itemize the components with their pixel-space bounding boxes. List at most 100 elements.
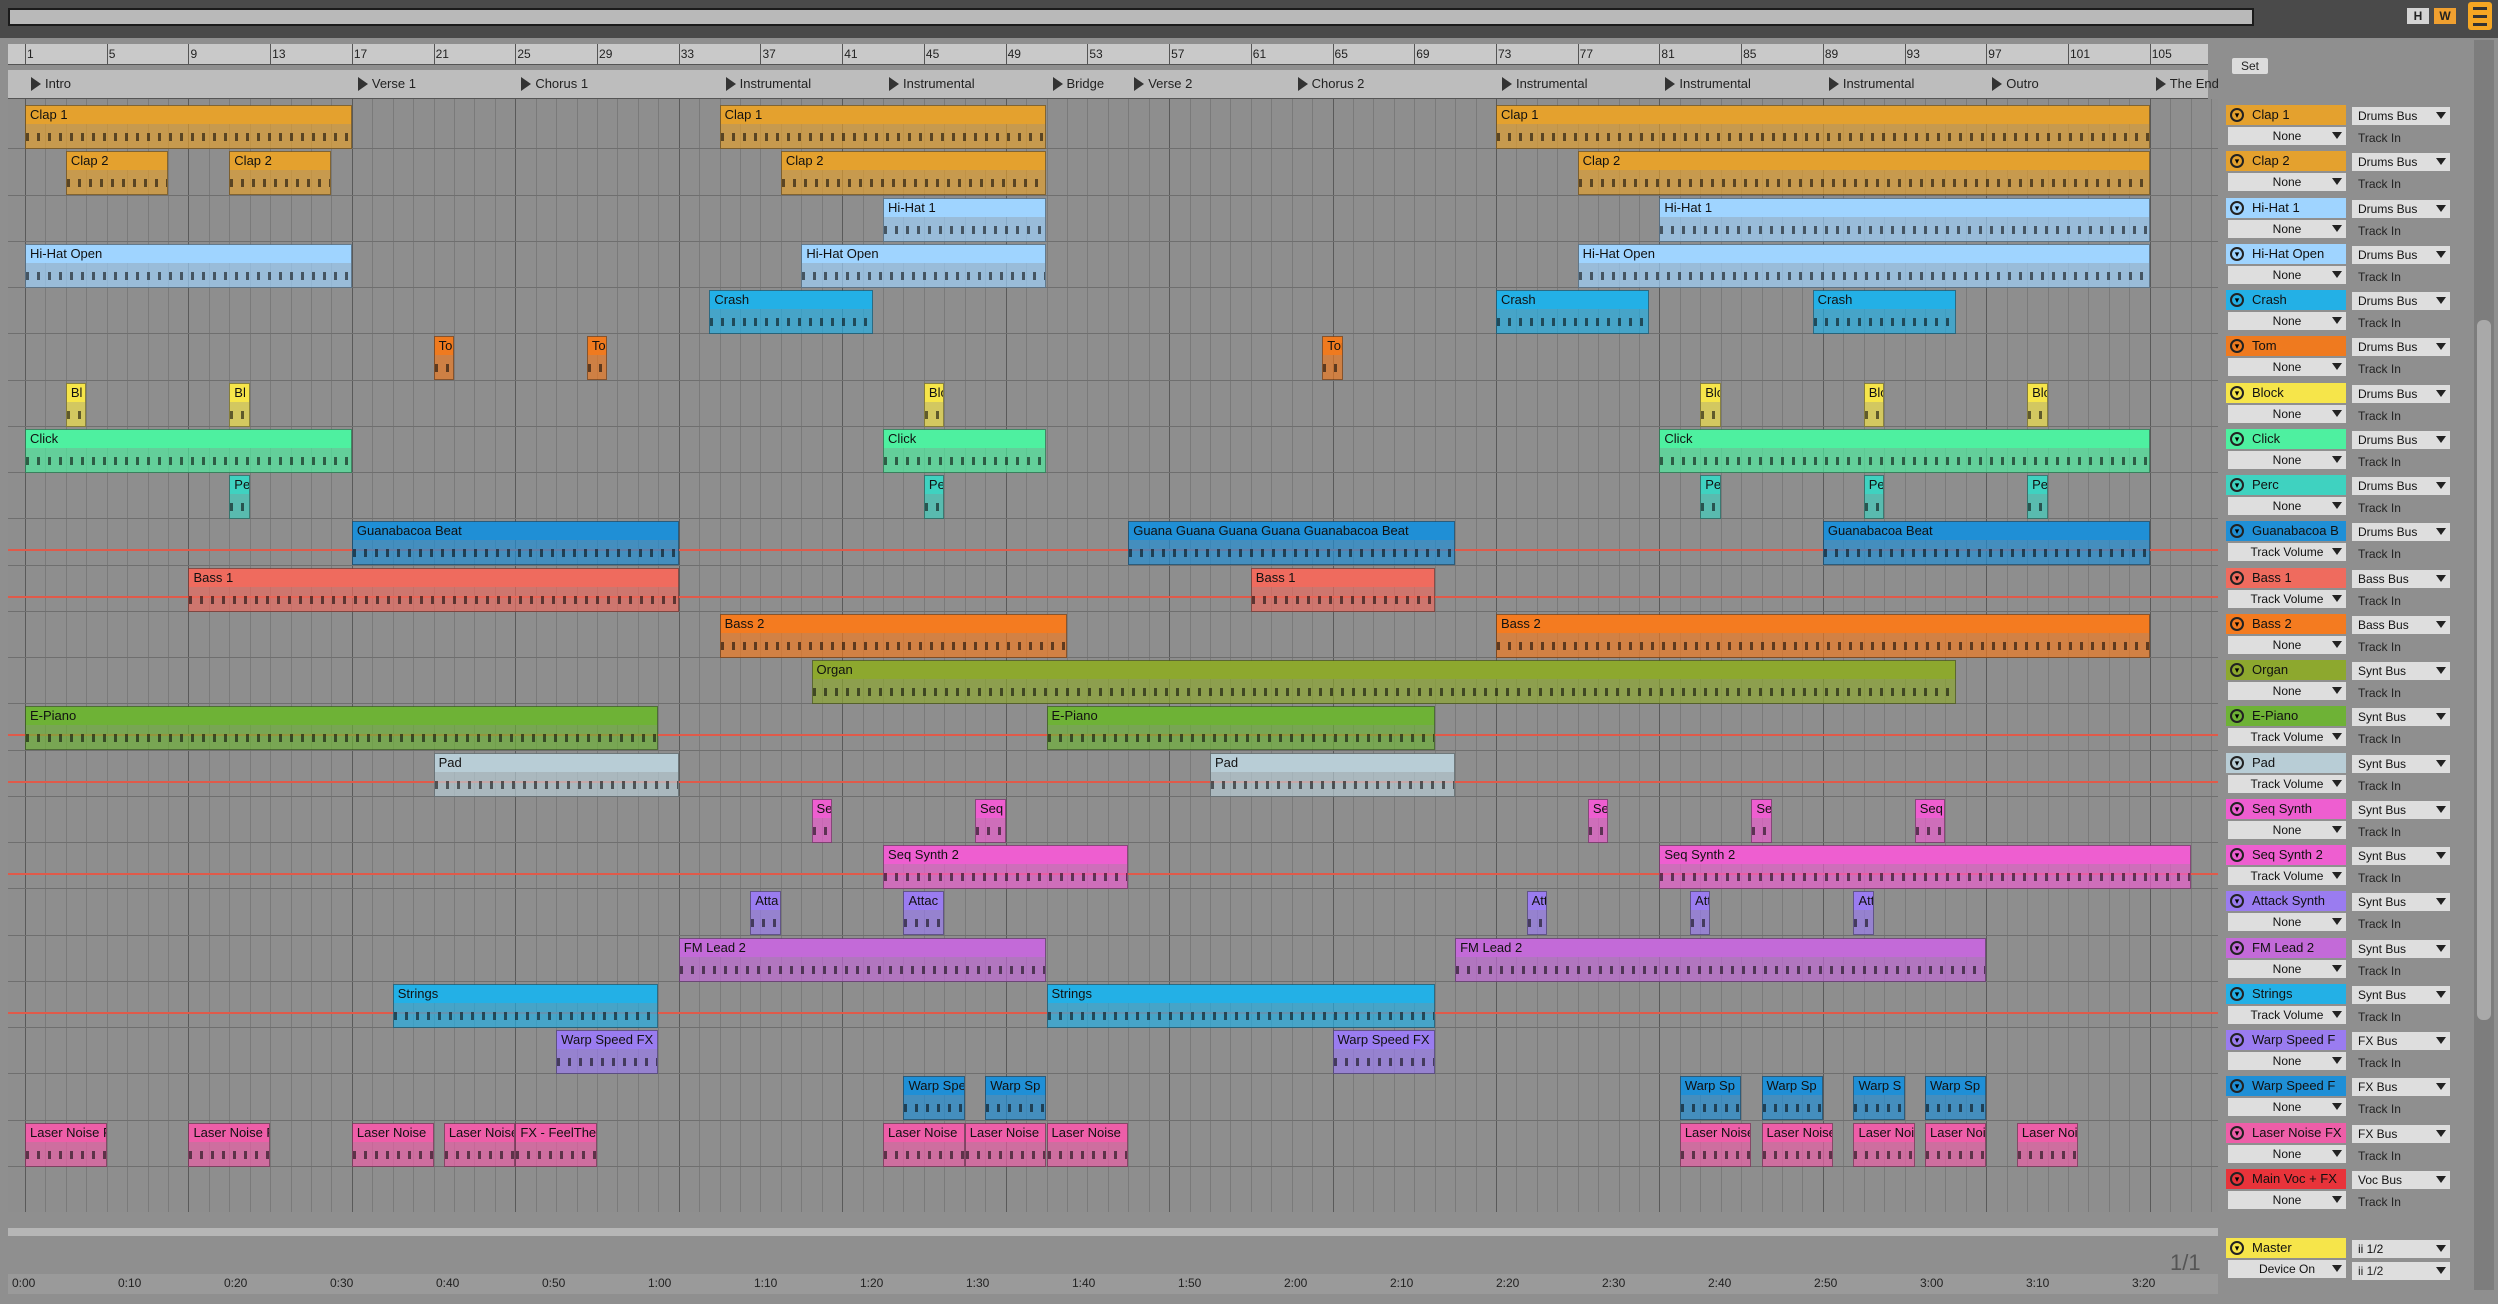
- locator[interactable]: Verse 2: [1132, 76, 1192, 91]
- output-chooser[interactable]: Voc Bus: [2352, 1170, 2450, 1189]
- clip[interactable]: Se: [811, 798, 832, 843]
- clip[interactable]: Organ: [811, 660, 1956, 704]
- clip[interactable]: Hi-Hat Open: [1577, 243, 2150, 288]
- track-header[interactable]: Hi-Hat Open ▾ None Drums Bus Track In: [2226, 242, 2450, 288]
- output-chooser[interactable]: Drums Bus: [2352, 523, 2450, 542]
- track-name[interactable]: Perc: [2226, 475, 2346, 495]
- output-chooser[interactable]: Drums Bus: [2352, 153, 2450, 172]
- arrangement-view[interactable]: Clap 1 Clap 1 Clap 1 Clap 2 Clap 2 Clap 2 Clap…: [8, 99, 2218, 1212]
- fold-icon[interactable]: ▾: [2230, 385, 2244, 400]
- track-name[interactable]: Laser Noise FX: [2226, 1122, 2346, 1143]
- output-chooser[interactable]: Synt Bus: [2352, 662, 2450, 680]
- fold-icon[interactable]: ▾: [2230, 1033, 2244, 1047]
- track-header[interactable]: Warp Speed F ▾ None FX Bus Track In: [2226, 1074, 2450, 1120]
- clip[interactable]: Attac: [903, 891, 945, 936]
- clip[interactable]: Blo: [1700, 382, 1721, 427]
- output-chooser[interactable]: Drums Bus: [2352, 430, 2450, 449]
- input-chooser[interactable]: None: [2228, 450, 2346, 469]
- clip[interactable]: Blo: [923, 382, 945, 427]
- locator[interactable]: Bridge: [1051, 76, 1104, 91]
- output-chooser[interactable]: Drums Bus: [2352, 477, 2450, 495]
- track-name[interactable]: Crash: [2226, 290, 2346, 310]
- locator[interactable]: The End: [2154, 76, 2219, 91]
- locator[interactable]: Instrumental: [1500, 76, 1588, 91]
- clip[interactable]: Warp Speed FX 1: [1332, 1030, 1435, 1074]
- clip[interactable]: Clap 2: [1577, 151, 2150, 196]
- input-chooser[interactable]: Track Volume: [2228, 728, 2346, 747]
- set-button[interactable]: Set: [2232, 58, 2268, 74]
- clip[interactable]: Seq: [1914, 798, 1946, 843]
- clip[interactable]: Tom: [1322, 336, 1343, 381]
- clip[interactable]: Crash: [1812, 290, 1956, 334]
- clip[interactable]: Guana Guana Guana Guana Guanabacoa Beat: [1128, 521, 1456, 566]
- track-header[interactable]: Laser Noise FX ▾ None FX Bus Track In: [2226, 1121, 2450, 1167]
- fold-icon[interactable]: ▾: [2230, 986, 2244, 1001]
- track-name[interactable]: Strings: [2226, 983, 2346, 1004]
- track-header[interactable]: Bass 2 ▾ None Bass Bus Track In: [2226, 612, 2450, 658]
- clip[interactable]: Laser Noise: [1046, 1122, 1129, 1167]
- output-chooser[interactable]: Synt Bus: [2352, 939, 2450, 958]
- track-name[interactable]: Tom: [2226, 336, 2346, 357]
- clip[interactable]: Crash: [709, 290, 873, 334]
- clip[interactable]: Laser Noise: [443, 1122, 516, 1167]
- track-name[interactable]: Attack Synth: [2226, 891, 2346, 912]
- track-header[interactable]: Strings ▾ Track Volume Synt Bus Track In: [2226, 982, 2450, 1028]
- track-name[interactable]: Click: [2226, 428, 2346, 449]
- track-name[interactable]: Master: [2226, 1238, 2346, 1258]
- locator[interactable]: Chorus 2: [1296, 76, 1364, 91]
- input-chooser[interactable]: None: [2228, 1098, 2346, 1117]
- output-chooser[interactable]: Synt Bus: [2352, 893, 2450, 912]
- clip[interactable]: Clap 2: [65, 151, 168, 196]
- track-name[interactable]: Main Voc + FX: [2226, 1168, 2346, 1189]
- fold-icon[interactable]: ▾: [2230, 940, 2244, 955]
- track-header[interactable]: Seq Synth ▾ None Synt Bus Track In: [2226, 797, 2450, 843]
- menu-icon[interactable]: [2468, 2, 2492, 30]
- clip[interactable]: Strings: [392, 983, 659, 1028]
- track-name[interactable]: Organ: [2226, 660, 2346, 680]
- clip[interactable]: Laser Noise F: [25, 1122, 107, 1167]
- input-chooser[interactable]: Track Volume: [2228, 774, 2346, 793]
- fold-icon[interactable]: ▾: [2230, 1125, 2244, 1140]
- clip[interactable]: Crash: [1495, 290, 1650, 334]
- locator[interactable]: Chorus 1: [519, 76, 588, 91]
- overview-window[interactable]: [8, 8, 2254, 26]
- input-chooser[interactable]: Track Volume: [2228, 589, 2346, 608]
- clip[interactable]: Se: [1587, 798, 1609, 843]
- h-button[interactable]: H: [2407, 8, 2429, 24]
- clip[interactable]: Warp Speed FX 1: [556, 1030, 659, 1074]
- clip[interactable]: Se: [1751, 798, 1772, 843]
- clip[interactable]: Clap 2: [229, 151, 332, 196]
- clip[interactable]: Pad: [433, 752, 679, 797]
- track-name[interactable]: Warp Speed F: [2226, 1076, 2346, 1097]
- clip[interactable]: Laser Noise: [883, 1122, 965, 1167]
- track-name[interactable]: Pad: [2226, 752, 2346, 773]
- track-name[interactable]: E-Piano: [2226, 706, 2346, 727]
- clip[interactable]: FX - FeelThe: [515, 1122, 598, 1167]
- clip[interactable]: Warp Sp: [985, 1076, 1047, 1121]
- track-header[interactable]: FM Lead 2 ▾ None Synt Bus Track In: [2226, 936, 2450, 982]
- clip[interactable]: Warp Sp: [1679, 1076, 1742, 1121]
- fold-icon[interactable]: ▾: [2230, 570, 2244, 585]
- loop-region-bar[interactable]: [8, 1228, 2218, 1236]
- clip[interactable]: Warp S: [1853, 1076, 1905, 1121]
- track-name[interactable]: Guanabacoa B: [2226, 521, 2346, 542]
- locator-strip[interactable]: Intro Verse 1 Chorus 1 Instrumental Instrume…: [8, 70, 2219, 99]
- clip[interactable]: Pe: [2027, 475, 2048, 519]
- track-name[interactable]: Clap 1: [2226, 105, 2346, 125]
- track-header[interactable]: Click ▾ None Drums Bus Track In: [2226, 427, 2450, 473]
- input-chooser[interactable]: None: [2228, 635, 2346, 654]
- track-header[interactable]: Tom ▾ None Drums Bus Track In: [2226, 334, 2450, 380]
- output-chooser[interactable]: Synt Bus: [2352, 800, 2450, 819]
- clip[interactable]: FM Lead 2: [1455, 937, 1987, 982]
- clip[interactable]: Bass 2: [719, 613, 1067, 658]
- clip[interactable]: Laser Noi: [1924, 1122, 1987, 1167]
- clip[interactable]: Pe: [1700, 475, 1721, 519]
- clip[interactable]: Clap 1: [25, 105, 352, 149]
- output-chooser[interactable]: Drums Bus: [2352, 384, 2450, 403]
- clip[interactable]: Seq Synth 2: [1659, 845, 2191, 889]
- input-chooser[interactable]: None: [2228, 1144, 2346, 1163]
- clip[interactable]: Pe: [1863, 475, 1885, 519]
- output-chooser[interactable]: FX Bus: [2352, 1124, 2450, 1143]
- clip[interactable]: Laser Noise: [964, 1122, 1047, 1167]
- fold-icon[interactable]: ▾: [2230, 478, 2244, 492]
